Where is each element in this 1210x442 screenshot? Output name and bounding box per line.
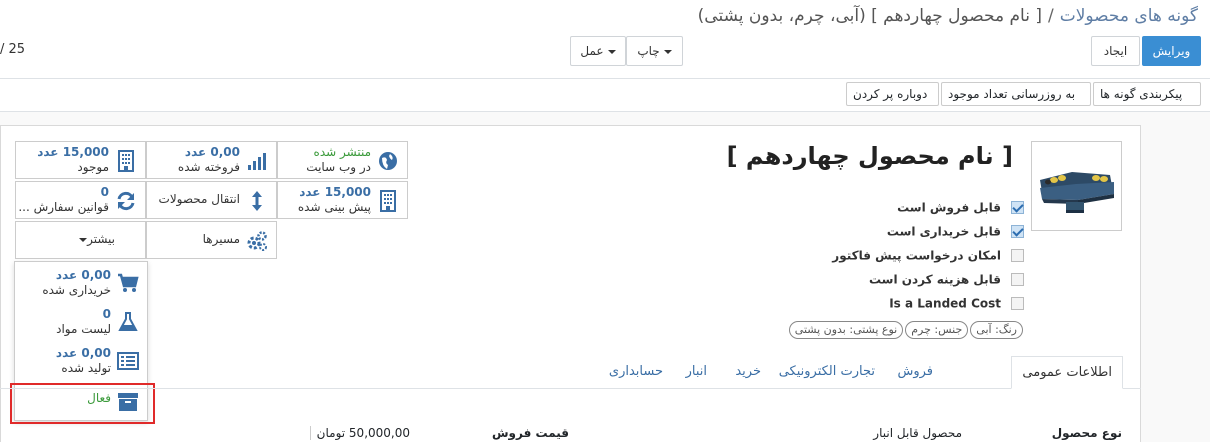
flask-icon bbox=[118, 312, 138, 331]
more-label-text: بیشتر bbox=[87, 232, 115, 246]
print-label: چاپ bbox=[637, 44, 660, 58]
option-label: امکان درخواست پیش فاکتور bbox=[832, 248, 1001, 263]
sofa-image bbox=[1032, 142, 1121, 230]
purchased-label: خریداری شده bbox=[42, 283, 111, 297]
product-title: [ نام محصول چهاردهم ] bbox=[726, 142, 1013, 170]
option-purchase-ok[interactable]: قابل خریداری است bbox=[887, 224, 1024, 242]
action-dropdown[interactable]: عمل bbox=[570, 36, 626, 66]
checkbox-unchecked[interactable] bbox=[1011, 249, 1024, 262]
attribute-tag: نوع پشتی: بدون پشتی bbox=[788, 321, 904, 339]
update-quantity-button[interactable]: به روزرسانی تعداد موجود bbox=[941, 82, 1091, 106]
action-label: عمل bbox=[580, 44, 604, 58]
building-icon bbox=[118, 150, 134, 172]
option-expense[interactable]: قابل هزینه کردن است bbox=[869, 272, 1024, 290]
print-dropdown[interactable]: چاپ bbox=[626, 36, 683, 66]
attribute-tags: رنگ: آبیجنس: چرمنوع پشتی: بدون پشتی bbox=[787, 321, 1023, 339]
product-moves-label: انتقال محصولات bbox=[158, 192, 240, 206]
replenish-label: دوباره پر کردن bbox=[853, 87, 928, 101]
routes-button[interactable]: مسیرها bbox=[146, 221, 277, 259]
published-status: منتشر شده bbox=[313, 145, 371, 159]
edit-button-label: ویرایش bbox=[1152, 44, 1191, 58]
replenish-button[interactable]: دوباره پر کردن bbox=[846, 82, 939, 106]
control-panel: گونه های محصولات /[ نام محصول چهاردهم ] (… bbox=[0, 0, 1210, 79]
tab-inventory[interactable]: انبار bbox=[686, 356, 707, 389]
reordering-value: 0 bbox=[100, 185, 109, 199]
forecasted-label: پیش بینی شده bbox=[297, 200, 371, 214]
option-label: قابل هزینه کردن است bbox=[868, 272, 1001, 287]
sold-label: فروخته شده bbox=[177, 160, 240, 174]
tab-sales[interactable]: فروش bbox=[897, 356, 933, 389]
create-button-label: ایجاد bbox=[1103, 44, 1128, 58]
bom-button[interactable]: 0 لیست مواد bbox=[15, 304, 147, 342]
more-button[interactable]: بیشتر bbox=[15, 221, 146, 259]
breadcrumb: گونه های محصولات /[ نام محصول چهاردهم ] (… bbox=[698, 6, 1198, 26]
on-hand-label: موجود bbox=[77, 160, 109, 174]
forecasted-value: 15,000 عدد bbox=[299, 185, 371, 199]
bom-label: لیست مواد bbox=[56, 322, 111, 336]
sale-price-value[interactable]: 50,000,00 تومان bbox=[309, 426, 410, 440]
update-quantity-label: به روزرسانی تعداد موجود bbox=[948, 87, 1076, 101]
shopping-cart-icon bbox=[118, 273, 139, 292]
breadcrumb-parent-link[interactable]: گونه های محصولات bbox=[1060, 6, 1198, 26]
product-type-value[interactable]: محصول قابل انبار bbox=[873, 426, 962, 440]
product-image[interactable] bbox=[1031, 141, 1122, 231]
arrows-vertical-icon bbox=[252, 191, 262, 211]
product-type-label: نوع محصول bbox=[1051, 426, 1122, 440]
option-landed-cost[interactable]: Is a Landed Cost bbox=[889, 296, 1024, 314]
tab-purchase[interactable]: خرید bbox=[735, 356, 761, 389]
option-label: قابل فروش است bbox=[897, 200, 1001, 215]
attribute-tag: جنس: چرم bbox=[905, 321, 969, 339]
bom-value: 0 bbox=[102, 307, 111, 321]
checkbox-unchecked[interactable] bbox=[1011, 297, 1024, 310]
published-button[interactable]: منتشر شده در وب سایت bbox=[277, 141, 408, 179]
reordering-rules-button[interactable]: 0 قوانین سفارش ... bbox=[15, 181, 146, 219]
attribute-tag: رنگ: آبی bbox=[970, 321, 1023, 339]
sold-value: 0,00 عدد bbox=[184, 145, 240, 159]
sold-button[interactable]: 0,00 عدد فروخته شده bbox=[146, 141, 277, 179]
tab-general-information[interactable]: اطلاعات عمومی bbox=[1011, 356, 1123, 389]
refresh-icon bbox=[117, 191, 135, 211]
sale-price-label: قیمت فروش bbox=[491, 426, 569, 440]
checkbox-checked[interactable] bbox=[1011, 225, 1024, 238]
purchased-value: 0,00 عدد bbox=[55, 268, 111, 282]
pager-text: / 25 bbox=[0, 42, 26, 57]
configure-variants-label: پیکربندی گونه ها bbox=[1100, 87, 1183, 101]
edit-button[interactable]: ویرایش bbox=[1142, 36, 1201, 66]
on-hand-button[interactable]: 15,000 عدد موجود bbox=[15, 141, 146, 179]
routes-label: مسیرها bbox=[202, 232, 240, 246]
highlight-annotation-box bbox=[10, 383, 155, 424]
reordering-label: قوانین سفارش ... bbox=[18, 200, 109, 214]
statusbar: پیکربندی گونه ها به روزرسانی تعداد موجود… bbox=[0, 79, 1210, 112]
breadcrumb-current: [ نام محصول چهاردهم ] (آبی، چرم، بدون پش… bbox=[697, 6, 1042, 26]
chevron-down-icon bbox=[663, 49, 672, 54]
signal-bars-icon bbox=[248, 153, 266, 170]
building-icon bbox=[380, 190, 396, 212]
create-button[interactable]: ایجاد bbox=[1091, 36, 1140, 66]
chevron-down-icon bbox=[79, 237, 88, 242]
checkbox-checked[interactable] bbox=[1011, 201, 1024, 214]
option-label: قابل خریداری است bbox=[886, 224, 1001, 239]
pager[interactable]: / 25 bbox=[0, 42, 25, 57]
checkbox-unchecked[interactable] bbox=[1011, 273, 1024, 286]
tab-accounting[interactable]: حسابداری bbox=[609, 356, 663, 389]
configure-variants-button[interactable]: پیکربندی گونه ها bbox=[1093, 82, 1201, 106]
product-moves-button[interactable]: انتقال محصولات bbox=[146, 181, 277, 219]
tab-ecommerce[interactable]: تجارت الکترونیکی bbox=[779, 356, 875, 389]
purchased-button[interactable]: 0,00 عدد خریداری شده bbox=[15, 265, 147, 303]
option-sale-ok[interactable]: قابل فروش است bbox=[897, 200, 1024, 218]
option-label: Is a Landed Cost bbox=[889, 296, 1001, 311]
globe-icon bbox=[379, 152, 397, 170]
option-quotation[interactable]: امکان درخواست پیش فاکتور bbox=[832, 248, 1024, 266]
on-hand-value: 15,000 عدد bbox=[37, 145, 109, 159]
chevron-down-icon bbox=[607, 49, 616, 54]
published-label: در وب سایت bbox=[306, 160, 371, 174]
forecasted-button[interactable]: 15,000 عدد پیش بینی شده bbox=[277, 181, 408, 219]
breadcrumb-separator: / bbox=[1047, 6, 1054, 26]
cogs-icon bbox=[247, 231, 267, 251]
more-label: بیشتر bbox=[75, 232, 115, 247]
notebook-tabs: اطلاعات عمومی فروش تجارت الکترونیکی خرید… bbox=[0, 355, 1141, 389]
